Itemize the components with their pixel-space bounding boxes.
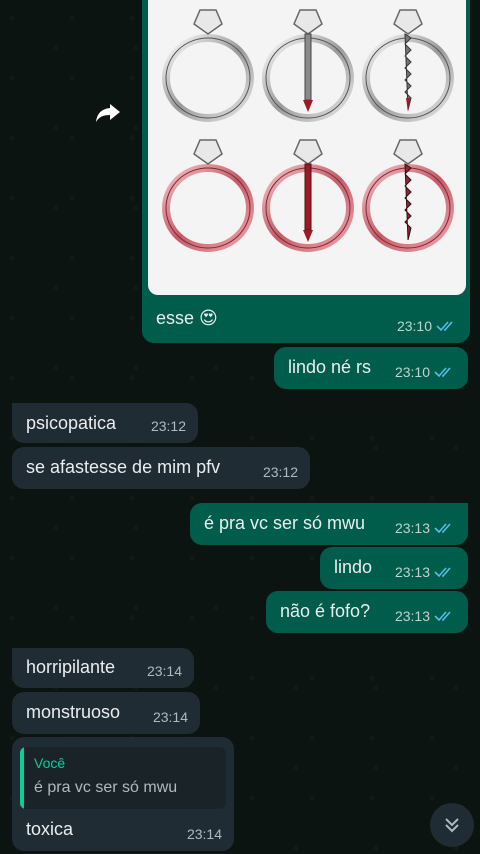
scroll-to-bottom-button[interactable]	[430, 803, 474, 847]
message-time: 23:14	[186, 826, 222, 842]
forward-arrow-icon[interactable]	[92, 96, 124, 128]
message-time: 23:13	[394, 564, 430, 580]
message-meta: 23:13	[395, 564, 456, 580]
ring-silver-3	[362, 9, 454, 122]
message-text: psicopatica	[26, 413, 117, 433]
message-text: lindo né rs	[288, 357, 372, 377]
double-check-icon	[434, 367, 451, 378]
ring-rose-2	[262, 139, 354, 252]
outgoing-message[interactable]: lindo né rs 23:10	[274, 347, 468, 389]
message-meta: 23:12	[151, 418, 186, 434]
incoming-reply-message[interactable]: Você é pra vc ser só mwu toxica 23:14	[12, 737, 234, 851]
message-time: 23:13	[394, 608, 430, 624]
message-text: monstruoso	[26, 702, 121, 722]
double-check-icon	[434, 523, 451, 534]
message-meta: 23:12	[263, 464, 298, 480]
message-text: é pra vc ser só mwu	[204, 513, 366, 533]
message-text: esse 😍	[156, 308, 218, 328]
ring-silver-2	[262, 9, 354, 122]
ring-silver-1	[162, 9, 254, 122]
message-meta: 23:10	[395, 364, 456, 380]
message-text: se afastesse de mim pfv	[26, 457, 221, 477]
double-check-icon	[434, 567, 451, 578]
incoming-message[interactable]: horripilante 23:14	[12, 648, 194, 688]
message-meta: 23:14	[187, 826, 222, 842]
quote-text: é pra vc ser só mwu	[34, 779, 178, 796]
quote-accent-bar	[20, 747, 24, 809]
rings-image[interactable]	[148, 0, 466, 295]
double-check-icon	[434, 611, 451, 622]
outgoing-message[interactable]: lindo 23:13	[320, 547, 468, 589]
message-meta: 23:13	[395, 520, 456, 536]
message-time: 23:14	[152, 709, 188, 725]
message-time: 23:10	[394, 364, 430, 380]
message-meta: 23:14	[153, 709, 188, 725]
outgoing-message[interactable]: não é fofo? 23:13	[266, 591, 468, 633]
message-time: 23:10	[396, 318, 432, 334]
quoted-message[interactable]: Você é pra vc ser só mwu	[20, 747, 226, 809]
incoming-message[interactable]: monstruoso 23:14	[12, 692, 200, 734]
rings-illustration	[162, 9, 454, 252]
message-time: 23:14	[146, 663, 182, 679]
message-text: horripilante	[26, 657, 116, 677]
quote-author: Você	[34, 755, 66, 771]
message-time: 23:12	[150, 418, 186, 434]
message-text: lindo	[334, 557, 373, 577]
message-time: 23:13	[394, 520, 430, 536]
message-text: não é fofo?	[280, 601, 371, 621]
double-check-icon	[436, 321, 453, 332]
message-time: 23:12	[262, 464, 298, 480]
message-meta: 23:14	[147, 663, 182, 679]
incoming-message[interactable]: se afastesse de mim pfv 23:12	[12, 447, 310, 489]
ring-rose-1	[162, 139, 254, 252]
message-meta: 23:10	[397, 318, 458, 334]
image-message-bubble[interactable]: esse 😍 23:10	[142, 0, 470, 343]
ring-rose-3	[362, 139, 454, 252]
incoming-message[interactable]: psicopatica 23:12	[12, 403, 198, 443]
message-text: toxica	[26, 819, 74, 839]
chevron-down-icon	[445, 818, 459, 833]
message-meta: 23:13	[395, 608, 456, 624]
outgoing-message[interactable]: é pra vc ser só mwu 23:13	[190, 503, 468, 545]
